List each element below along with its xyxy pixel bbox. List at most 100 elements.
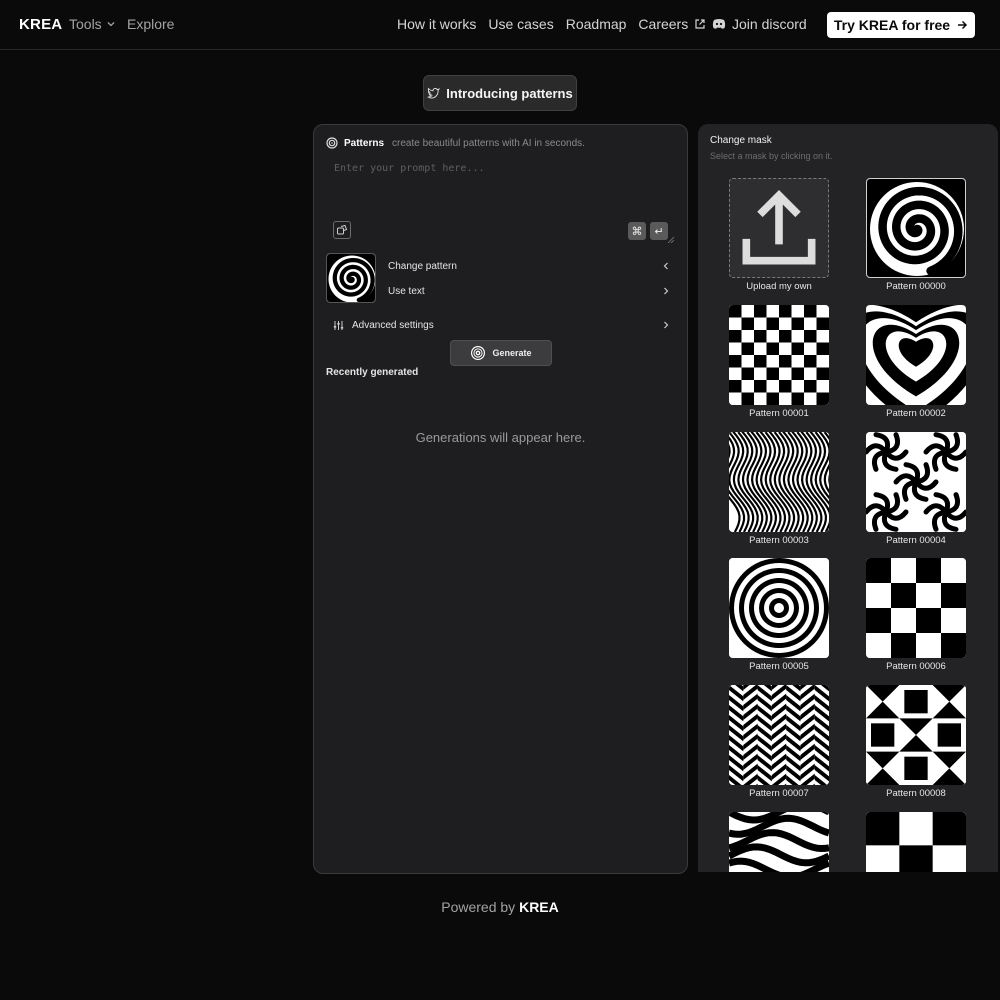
- pattern-preview[interactable]: [729, 685, 829, 785]
- pattern-label: Pattern 00007: [749, 788, 809, 799]
- nav-link-how-it-works[interactable]: How it works: [397, 16, 476, 32]
- spiral-icon: [326, 137, 338, 149]
- pattern-tile[interactable]: Pattern 00006: [866, 558, 966, 676]
- chevron-right-icon: [664, 321, 669, 329]
- pattern-preview[interactable]: [729, 432, 829, 532]
- pattern-preview[interactable]: [866, 305, 966, 405]
- nav-links: How it works Use cases Roadmap Careers: [397, 16, 706, 32]
- pattern-preview[interactable]: [866, 558, 966, 658]
- advanced-settings-button[interactable]: Advanced settings: [333, 315, 670, 335]
- discord-link[interactable]: Join discord: [712, 16, 807, 32]
- pattern-tile[interactable]: Pattern 00003: [729, 432, 829, 550]
- change-pattern-button[interactable]: Change pattern: [388, 256, 670, 276]
- pattern-hearts-image: [866, 305, 966, 405]
- advanced-settings-label: Advanced settings: [352, 319, 434, 331]
- twitter-icon: [427, 87, 441, 99]
- generator-title: Patterns: [344, 137, 385, 149]
- pattern-swirls-image: [866, 432, 966, 532]
- careers-label: Careers: [638, 16, 689, 32]
- generator-header: Patterns create beautiful patterns with …: [326, 137, 585, 149]
- nav-link-careers[interactable]: Careers: [638, 16, 706, 32]
- arrow-right-icon: [958, 20, 968, 30]
- nav-link-roadmap[interactable]: Roadmap: [566, 16, 627, 32]
- explore-link[interactable]: Explore: [127, 16, 174, 32]
- spiral-thumbnail: [327, 254, 375, 302]
- enter-key-icon[interactable]: ↵: [650, 222, 668, 240]
- pattern-preview[interactable]: [866, 432, 966, 532]
- pattern-spiral-image: [867, 179, 965, 277]
- pattern-preview[interactable]: [866, 812, 966, 872]
- tools-label: Tools: [69, 16, 102, 32]
- chevron-down-icon: [107, 22, 115, 27]
- upload-label: Upload my own: [746, 281, 812, 292]
- mask-panel-subtitle: Select a mask by clicking on it.: [710, 151, 833, 161]
- upload-dropzone[interactable]: [729, 178, 829, 278]
- pattern-label: Pattern 00002: [886, 408, 946, 419]
- pattern-tile[interactable]: [729, 812, 829, 872]
- pattern-preview[interactable]: [729, 305, 829, 405]
- cta-label: Try KREA for free: [833, 17, 951, 33]
- pattern-chevron-image: [729, 685, 829, 785]
- pattern-preview[interactable]: [866, 685, 966, 785]
- pattern-tile[interactable]: Pattern 00000: [866, 178, 966, 296]
- pattern-preview[interactable]: [729, 558, 829, 658]
- top-nav: KREA Tools Explore How it works Use case…: [0, 0, 1000, 50]
- discord-icon: [712, 19, 726, 29]
- tools-menu[interactable]: Tools: [69, 16, 116, 32]
- chevron-left-icon: [663, 262, 668, 270]
- try-krea-button[interactable]: Try KREA for free: [827, 12, 975, 38]
- generator-subtitle: create beautiful patterns with AI in sec…: [392, 137, 585, 149]
- generate-button[interactable]: Generate: [450, 340, 552, 366]
- empty-generations-message: Generations will appear here.: [415, 430, 586, 445]
- pattern-tile[interactable]: Pattern 00008: [866, 685, 966, 803]
- pattern-tile[interactable]: Pattern 00002: [866, 305, 966, 423]
- pattern-label: Pattern 00006: [886, 661, 946, 672]
- pattern-blobs-image: [729, 812, 829, 872]
- selected-pattern-thumbnail[interactable]: [326, 253, 376, 303]
- sliders-icon: [333, 320, 344, 330]
- footer-brand[interactable]: KREA: [519, 899, 559, 915]
- recently-generated-heading: Recently generated: [326, 367, 419, 378]
- prompt-input[interactable]: [326, 159, 676, 241]
- discord-label: Join discord: [732, 16, 807, 32]
- pattern-tile[interactable]: Pattern 00007: [729, 685, 829, 803]
- pattern-label: Pattern 00004: [886, 535, 946, 546]
- pattern-tile[interactable]: [866, 812, 966, 872]
- command-key-icon: ⌘: [628, 222, 646, 240]
- generate-label: Generate: [492, 348, 532, 358]
- pattern-checker-large-image: [866, 812, 966, 872]
- upload-icon: [742, 189, 816, 265]
- pattern-generator-panel: Patterns create beautiful patterns with …: [313, 124, 688, 874]
- pattern-checker-fine-image: [729, 305, 829, 405]
- randomize-prompt-button[interactable]: [333, 221, 351, 239]
- nav-link-use-cases[interactable]: Use cases: [488, 16, 553, 32]
- pattern-rings-image: [729, 558, 829, 658]
- pattern-label: Pattern 00000: [886, 281, 946, 292]
- pattern-checker-coarse-image: [866, 558, 966, 658]
- change-pattern-label: Change pattern: [388, 260, 457, 272]
- pattern-waves-image: [729, 432, 829, 532]
- introducing-patterns-button[interactable]: Introducing patterns: [423, 75, 577, 111]
- spiral-icon: [471, 346, 486, 360]
- pattern-tile[interactable]: Pattern 00005: [729, 558, 829, 676]
- dice-icon: [337, 224, 348, 235]
- mask-selector-panel: Change mask Select a mask by clicking on…: [698, 124, 998, 872]
- mask-panel-title: Change mask: [710, 135, 772, 146]
- pattern-label: Pattern 00001: [749, 408, 809, 419]
- pattern-preview[interactable]: [729, 812, 829, 872]
- use-text-label: Use text: [388, 285, 425, 297]
- brand-logo[interactable]: KREA: [19, 16, 62, 33]
- pattern-geometric-image: [866, 685, 966, 785]
- pattern-tile[interactable]: Pattern 00001: [729, 305, 829, 423]
- upload-mask-tile[interactable]: Upload my own: [729, 178, 829, 296]
- pattern-tile[interactable]: Pattern 00004: [866, 432, 966, 550]
- powered-by-prefix: Powered by: [441, 899, 516, 915]
- external-link-icon: [695, 19, 705, 29]
- resize-handle-icon[interactable]: [667, 236, 674, 243]
- powered-by-footer: Powered by KREA: [0, 899, 1000, 915]
- chevron-right-icon: [664, 287, 669, 295]
- pattern-label: Pattern 00003: [749, 535, 809, 546]
- use-text-button[interactable]: Use text: [388, 281, 670, 301]
- pattern-preview[interactable]: [866, 178, 966, 278]
- pattern-label: Pattern 00005: [749, 661, 809, 672]
